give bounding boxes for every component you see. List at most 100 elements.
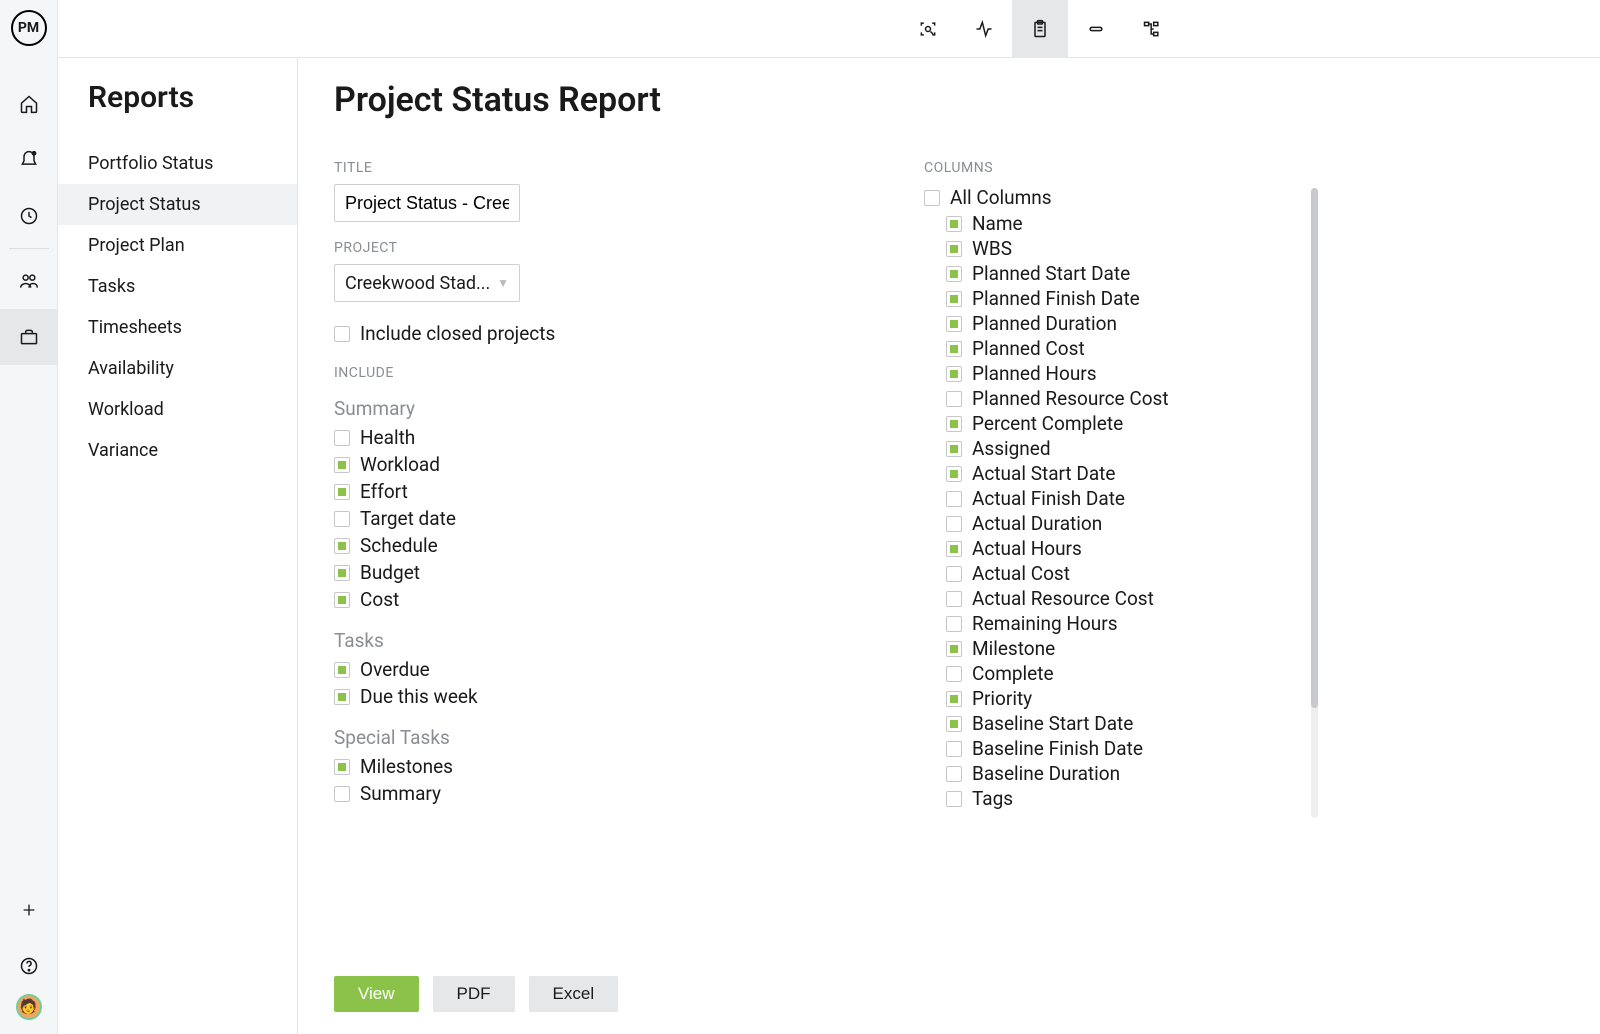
checkbox[interactable]	[946, 216, 962, 232]
column-item-planned-resource-cost[interactable]: Planned Resource Cost	[924, 386, 1304, 411]
checkbox[interactable]	[946, 541, 962, 557]
column-item-actual-duration[interactable]: Actual Duration	[924, 511, 1304, 536]
plus-icon	[21, 902, 37, 918]
checkbox[interactable]	[946, 266, 962, 282]
checkbox[interactable]	[946, 291, 962, 307]
column-item-remaining-hours[interactable]: Remaining Hours	[924, 611, 1304, 636]
column-item-complete[interactable]: Complete	[924, 661, 1304, 686]
nav-notifications[interactable]	[0, 132, 58, 188]
sidebar-item-project-status[interactable]: Project Status	[58, 184, 297, 225]
scrollbar-thumb[interactable]	[1311, 188, 1318, 708]
nav-add[interactable]	[0, 882, 58, 938]
include-closed-row[interactable]: Include closed projects	[334, 320, 804, 347]
checkbox[interactable]	[334, 592, 350, 608]
checkbox[interactable]	[946, 791, 962, 807]
user-avatar[interactable]: 🧑	[16, 994, 42, 1020]
checkbox[interactable]	[946, 366, 962, 382]
column-item-planned-start-date[interactable]: Planned Start Date	[924, 261, 1304, 286]
checkbox[interactable]	[946, 391, 962, 407]
sidebar-item-availability[interactable]: Availability	[58, 348, 297, 389]
checkbox[interactable]	[334, 430, 350, 446]
include-item-target-date[interactable]: Target date	[334, 505, 804, 532]
all-columns-checkbox[interactable]	[924, 190, 940, 206]
sidebar-item-variance[interactable]: Variance	[58, 430, 297, 471]
app-logo[interactable]: PM	[11, 10, 47, 46]
checkbox[interactable]	[334, 786, 350, 802]
checkbox[interactable]	[946, 466, 962, 482]
include-item-schedule[interactable]: Schedule	[334, 532, 804, 559]
all-columns-row[interactable]: All Columns	[924, 184, 1304, 211]
nav-people[interactable]	[0, 253, 58, 309]
checkbox[interactable]	[946, 341, 962, 357]
column-item-planned-hours[interactable]: Planned Hours	[924, 361, 1304, 386]
include-item-due-this-week[interactable]: Due this week	[334, 683, 804, 710]
checkbox[interactable]	[946, 666, 962, 682]
column-item-milestone[interactable]: Milestone	[924, 636, 1304, 661]
include-item-summary[interactable]: Summary	[334, 780, 804, 807]
checkbox[interactable]	[946, 741, 962, 757]
include-item-effort[interactable]: Effort	[334, 478, 804, 505]
include-item-overdue[interactable]: Overdue	[334, 656, 804, 683]
checkbox[interactable]	[946, 716, 962, 732]
column-item-percent-complete[interactable]: Percent Complete	[924, 411, 1304, 436]
sidebar-item-tasks[interactable]: Tasks	[58, 266, 297, 307]
columns-scrollbar[interactable]	[1311, 188, 1318, 818]
column-item-planned-duration[interactable]: Planned Duration	[924, 311, 1304, 336]
checkbox[interactable]	[946, 241, 962, 257]
people-icon	[19, 271, 39, 291]
checkbox[interactable]	[946, 491, 962, 507]
view-button[interactable]: View	[334, 976, 419, 1012]
checkbox[interactable]	[946, 766, 962, 782]
sidebar-item-portfolio-status[interactable]: Portfolio Status	[58, 143, 297, 184]
include-item-budget[interactable]: Budget	[334, 559, 804, 586]
include-item-workload[interactable]: Workload	[334, 451, 804, 478]
nav-recent[interactable]	[0, 188, 58, 244]
nav-reports[interactable]	[0, 309, 58, 365]
title-input[interactable]	[334, 184, 520, 222]
checkbox[interactable]	[946, 516, 962, 532]
checkbox[interactable]	[946, 591, 962, 607]
column-item-wbs[interactable]: WBS	[924, 236, 1304, 261]
column-item-tags[interactable]: Tags	[924, 786, 1304, 811]
include-item-milestones[interactable]: Milestones	[334, 753, 804, 780]
checkbox[interactable]	[334, 759, 350, 775]
column-item-planned-finish-date[interactable]: Planned Finish Date	[924, 286, 1304, 311]
checkbox[interactable]	[946, 316, 962, 332]
column-item-baseline-finish-date[interactable]: Baseline Finish Date	[924, 736, 1304, 761]
column-item-priority[interactable]: Priority	[924, 686, 1304, 711]
checkbox[interactable]	[334, 565, 350, 581]
checkbox[interactable]	[946, 691, 962, 707]
include-closed-checkbox[interactable]	[334, 326, 350, 342]
column-item-actual-cost[interactable]: Actual Cost	[924, 561, 1304, 586]
checkbox[interactable]	[946, 616, 962, 632]
checkbox[interactable]	[946, 641, 962, 657]
include-item-health[interactable]: Health	[334, 424, 804, 451]
column-item-name[interactable]: Name	[924, 211, 1304, 236]
include-item-cost[interactable]: Cost	[334, 586, 804, 613]
column-item-actual-finish-date[interactable]: Actual Finish Date	[924, 486, 1304, 511]
checkbox[interactable]	[334, 484, 350, 500]
checkbox[interactable]	[334, 538, 350, 554]
nav-help[interactable]	[0, 938, 58, 994]
checkbox[interactable]	[334, 689, 350, 705]
column-item-baseline-start-date[interactable]: Baseline Start Date	[924, 711, 1304, 736]
checkbox[interactable]	[334, 662, 350, 678]
sidebar-item-project-plan[interactable]: Project Plan	[58, 225, 297, 266]
column-item-planned-cost[interactable]: Planned Cost	[924, 336, 1304, 361]
excel-button[interactable]: Excel	[529, 976, 619, 1012]
checkbox[interactable]	[946, 416, 962, 432]
project-select[interactable]: Creekwood Stad... ▼	[334, 264, 520, 302]
pdf-button[interactable]: PDF	[433, 976, 515, 1012]
column-item-actual-resource-cost[interactable]: Actual Resource Cost	[924, 586, 1304, 611]
checkbox[interactable]	[334, 511, 350, 527]
checkbox[interactable]	[334, 457, 350, 473]
nav-home[interactable]	[0, 76, 58, 132]
column-item-assigned[interactable]: Assigned	[924, 436, 1304, 461]
checkbox[interactable]	[946, 441, 962, 457]
sidebar-item-workload[interactable]: Workload	[58, 389, 297, 430]
checkbox[interactable]	[946, 566, 962, 582]
sidebar-item-timesheets[interactable]: Timesheets	[58, 307, 297, 348]
column-item-baseline-duration[interactable]: Baseline Duration	[924, 761, 1304, 786]
column-item-actual-hours[interactable]: Actual Hours	[924, 536, 1304, 561]
column-item-actual-start-date[interactable]: Actual Start Date	[924, 461, 1304, 486]
